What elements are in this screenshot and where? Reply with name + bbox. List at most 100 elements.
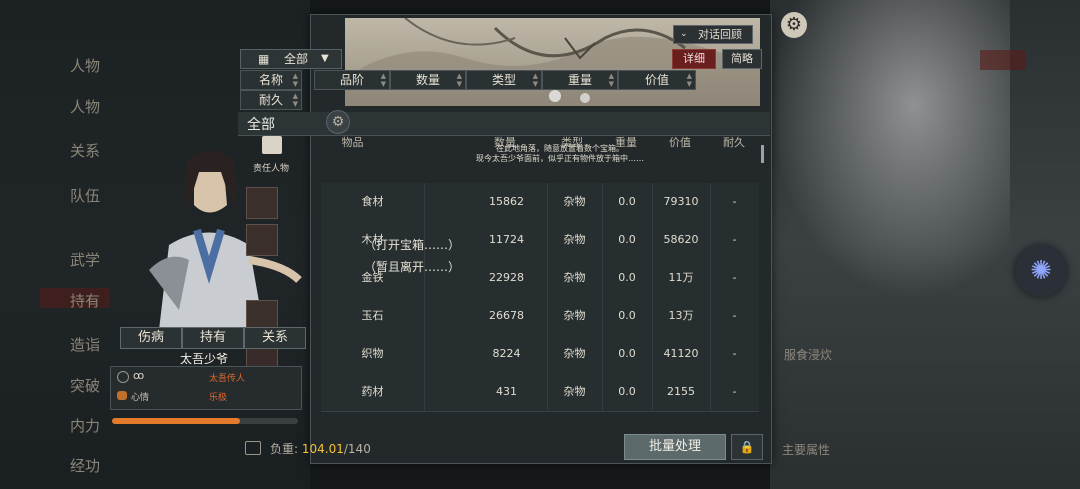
background-red-strip (980, 50, 1025, 70)
sort-by-type[interactable]: 类型 ▲ ▼ (466, 70, 542, 90)
sort-by-weight[interactable]: 重量 ▲ ▼ (542, 70, 618, 90)
mood-value: 乐极 (209, 393, 228, 403)
section-settings-gear-icon[interactable]: ⚙ (326, 110, 350, 134)
lock-button[interactable]: 🔒 (731, 434, 763, 460)
sort-by-grade[interactable]: 品阶 ▲ ▼ (314, 70, 390, 90)
item-type: 杂物 (547, 297, 603, 335)
batch-process-button[interactable]: 批量处理 (624, 434, 726, 460)
category-filter-value: 全部 (284, 52, 309, 66)
item-value: 41120 (652, 335, 711, 373)
carry-weight-label: 负重: (270, 442, 299, 456)
item-name: 食材 (321, 183, 425, 221)
background-menu-item: 队伍 (70, 187, 101, 205)
held-item-slot[interactable] (246, 187, 278, 219)
table-row[interactable]: 食材 15862 杂物 0.0 79310 - (321, 183, 759, 222)
background-menu-item: 内力 (70, 417, 101, 435)
item-type: 杂物 (547, 373, 603, 411)
sort-arrows-icon: ▲ ▼ (380, 72, 386, 88)
item-weight: 0.0 (602, 183, 653, 221)
item-durability: - (732, 271, 737, 284)
background-menu-item: 突破 (70, 377, 101, 395)
table-scrollbar[interactable] (761, 145, 764, 163)
category-filter-dropdown[interactable]: ▦ 全部 ▼ (240, 49, 342, 69)
tab-injuries[interactable]: 伤病 (120, 327, 182, 349)
item-name: 玉石 (321, 297, 425, 335)
item-value: 2155 (652, 373, 711, 411)
column-header-durability: 耐久 (723, 136, 745, 149)
item-durability: - (732, 347, 737, 360)
sort-label: 重量 (567, 73, 592, 87)
sort-arrows-icon: ▲ ▼ (292, 72, 298, 88)
assistant-float-button[interactable]: ✺ (1015, 245, 1067, 297)
item-quantity: 22928 (466, 259, 548, 297)
sort-arrows-icon: ▲ ▼ (292, 92, 298, 108)
event-notice-line: 现今太吾少爷面前，似乎正有物件放于箱中…… (476, 154, 644, 163)
table-row[interactable]: 织物 8224 杂物 0.0 41120 - (321, 335, 759, 374)
sort-arrows-icon: ▲ ▼ (686, 72, 692, 88)
background-menu-item: 武学 (70, 251, 101, 269)
item-weight: 0.0 (602, 335, 653, 373)
dialog-review-label: 对话回顾 (698, 28, 742, 41)
column-header-item: 物品 (341, 136, 364, 149)
mood-icon (117, 391, 127, 400)
detail-view-button[interactable]: 详细 (672, 49, 716, 69)
tab-relations[interactable]: 关系 (244, 327, 306, 349)
item-value: 13万 (652, 297, 711, 335)
carry-weight: 负重: 104.01/140 (270, 440, 371, 457)
item-quantity: 15862 (466, 183, 548, 221)
item-quantity: 26678 (466, 297, 548, 335)
item-type: 杂物 (547, 183, 603, 221)
carry-weight-max: /140 (343, 442, 371, 456)
item-durability: - (732, 385, 737, 398)
sort-arrows-icon: ▲ ▼ (456, 72, 462, 88)
lock-icon: 🔒 (739, 440, 755, 454)
item-type: 杂物 (547, 221, 603, 259)
chevron-down-icon: ⌄ (680, 29, 688, 39)
choice-leave[interactable]: （暂且离开……） (364, 258, 460, 275)
sort-by-durability[interactable]: 耐久 ▲ ▼ (240, 90, 302, 110)
item-type: 杂物 (547, 259, 603, 297)
item-value: 11万 (652, 259, 711, 297)
settings-gear-icon[interactable]: ⚙ (781, 12, 807, 38)
background-right-label: 服食浸炊 (784, 348, 833, 362)
item-type: 杂物 (547, 335, 603, 373)
tab-holdings[interactable]: 持有 (182, 327, 244, 349)
item-weight: 0.0 (602, 373, 653, 411)
held-item-slot[interactable] (246, 224, 278, 256)
item-value: 79310 (652, 183, 711, 221)
background-menu-item: 人物 (70, 98, 101, 116)
event-notice-line: 在此地角落，随意放置着数个宝箱。 (496, 144, 624, 153)
background-menu-item: 造诣 (70, 336, 101, 354)
sort-label: 类型 (491, 73, 516, 87)
item-value: 58620 (652, 221, 711, 259)
health-bar (112, 418, 298, 424)
sort-by-quantity[interactable]: 数量 ▲ ▼ (390, 70, 466, 90)
table-row[interactable]: 玉石 26678 杂物 0.0 13万 - (321, 297, 759, 336)
item-name: 药材 (321, 373, 425, 411)
item-quantity: 11724 (466, 221, 548, 259)
sort-label: 耐久 (258, 93, 283, 107)
dropdown-arrow-icon: ▼ (321, 53, 329, 64)
item-quantity: 8224 (466, 335, 548, 373)
sort-label: 数量 (415, 73, 440, 87)
item-durability: - (732, 309, 737, 322)
item-weight: 0.0 (602, 297, 653, 335)
sort-by-name[interactable]: 名称 ▲ ▼ (240, 70, 302, 90)
item-weight: 0.0 (602, 221, 653, 259)
sort-arrows-icon: ▲ ▼ (608, 72, 614, 88)
item-weight: 0.0 (602, 259, 653, 297)
item-quantity: 431 (466, 373, 548, 411)
background-menu-item: 人物 (70, 57, 101, 75)
dialog-review-button[interactable]: ⌄ 对话回顾 (673, 25, 753, 44)
background-fog (770, 0, 1010, 300)
background-right-label: 主要属性 (782, 443, 831, 457)
choice-open-chest[interactable]: （打开宝箱……） (364, 236, 460, 253)
brief-view-button[interactable]: 简略 (722, 49, 762, 69)
section-title: 全部 (247, 117, 275, 133)
section-header-bar (238, 112, 770, 136)
sort-label: 品阶 (339, 73, 364, 87)
table-row[interactable]: 药材 431 杂物 0.0 2155 - (321, 373, 759, 412)
event-notice: 在此地角落，随意放置着数个宝箱。 现今太吾少爷面前，似乎正有物件放于箱中…… (410, 144, 710, 164)
sort-by-value[interactable]: 价值 ▲ ▼ (618, 70, 696, 90)
character-info-box: ꝏ 太吾传人 心情 乐极 (110, 366, 302, 410)
